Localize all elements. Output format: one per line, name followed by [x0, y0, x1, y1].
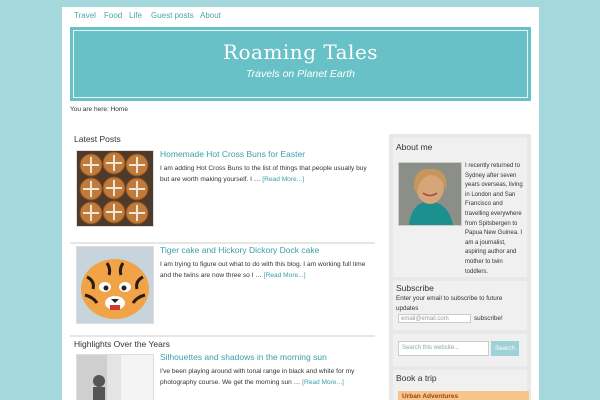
latest-posts-title: Latest Posts [74, 134, 121, 144]
read-more-link[interactable]: [Read More...] [264, 272, 306, 279]
post-excerpt: I've been playing around with tonal rang… [160, 366, 372, 388]
about-text: I recently returned to Sydney after seve… [465, 163, 523, 275]
subscribe-text: Enter your email to subscribe to future … [396, 295, 503, 312]
nav-item-life[interactable]: Life [129, 11, 142, 20]
book-trip-title: Book a trip [396, 373, 437, 383]
subscribe-widget-title: Subscribe [396, 283, 434, 293]
post-excerpt: I am trying to figure out what to do wit… [160, 259, 372, 281]
post-excerpt: I am adding Hot Cross Buns to the list o… [160, 163, 372, 185]
post-item: Homemade Hot Cross Buns for Easter I am … [70, 146, 375, 244]
tiger-cake-thumbnail[interactable] [76, 246, 154, 324]
silhouettes-thumbnail[interactable] [76, 354, 154, 400]
post-title-link[interactable]: Tiger cake and Hickory Dickory Dock cake [160, 245, 319, 255]
subscribe-button[interactable]: subscribe! [474, 314, 503, 323]
author-photo [398, 162, 462, 226]
email-field[interactable]: email@email.com [398, 314, 471, 323]
author-photo-image [399, 163, 461, 225]
tiger-cake-image [77, 247, 153, 323]
urban-adventures-link[interactable]: Urban Adventures [398, 391, 529, 400]
site-description: Travels on Planet Earth [246, 68, 355, 80]
nav-item-travel[interactable]: Travel [74, 11, 96, 20]
primary-nav: Travel Food Life Guest posts About [62, 7, 539, 27]
sidebar: About me I recently returned to Sydney a… [389, 134, 531, 400]
search-input[interactable]: Search this website... [398, 341, 489, 356]
hot-cross-buns-thumbnail[interactable] [76, 150, 154, 227]
subscribe-widget: Subscribe Enter your email to subscribe … [393, 281, 527, 330]
about-widget-title: About me [396, 142, 433, 152]
post-item: Tiger cake and Hickory Dickory Dock cake… [70, 242, 375, 337]
nav-item-guest-posts[interactable]: Guest posts [151, 11, 194, 20]
nav-item-about[interactable]: About [200, 11, 221, 20]
search-button[interactable]: Search [491, 341, 519, 356]
site-title[interactable]: Roaming Tales [70, 40, 531, 64]
highlights-title: Highlights Over the Years [74, 339, 170, 349]
page-container: Travel Food Life Guest posts About Roami… [62, 7, 539, 400]
read-more-link[interactable]: [Read More...] [262, 176, 304, 183]
read-more-link[interactable]: [Read More...] [302, 379, 344, 386]
about-widget: About me I recently returned to Sydney a… [393, 138, 527, 277]
search-widget: Search this website... Search [393, 334, 527, 366]
nav-item-food[interactable]: Food [104, 11, 122, 20]
breadcrumb: You are here: Home [70, 106, 128, 113]
post-excerpt-text: I am trying to figure out what to do wit… [160, 261, 366, 279]
post-title-link[interactable]: Homemade Hot Cross Buns for Easter [160, 149, 305, 159]
post-title-link[interactable]: Silhouettes and shadows in the morning s… [160, 352, 327, 362]
site-header: Roaming Tales Travels on Planet Earth [70, 27, 531, 101]
silhouettes-image [77, 355, 153, 400]
book-trip-widget: Book a trip Urban Adventures [393, 370, 529, 400]
post-item: Silhouettes and shadows in the morning s… [70, 350, 375, 400]
buns-image [77, 151, 153, 226]
